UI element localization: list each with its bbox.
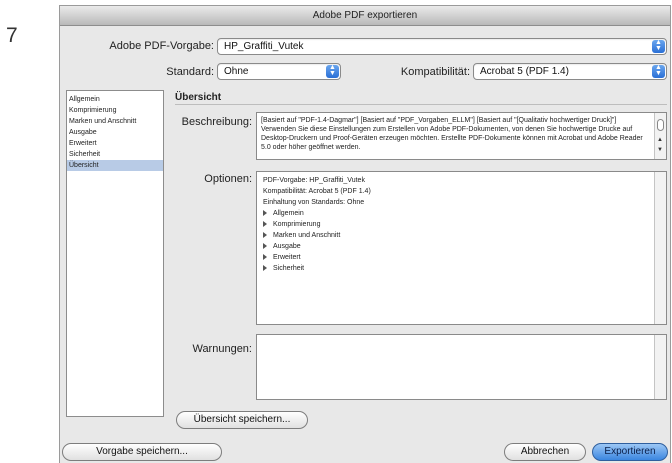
category-list: Allgemein Komprimierung Marken und Ansch… xyxy=(66,90,164,417)
option-group-label: Sicherheit xyxy=(273,265,305,272)
warnings-scrollbar[interactable] xyxy=(654,335,666,399)
option-group[interactable]: Ausgabe xyxy=(257,241,666,252)
sidebar-item-allgemein[interactable]: Allgemein xyxy=(67,94,163,105)
option-group[interactable]: Allgemein xyxy=(257,208,666,219)
sidebar-item-komprimierung[interactable]: Komprimierung xyxy=(67,105,163,116)
disclosure-triangle-icon[interactable] xyxy=(263,243,267,250)
export-button[interactable]: Exportieren xyxy=(592,443,668,461)
option-group-label: Ausgabe xyxy=(273,243,301,250)
disclosure-triangle-icon[interactable] xyxy=(263,232,267,239)
option-group-label: Marken und Anschnitt xyxy=(273,232,341,239)
option-group[interactable]: Sicherheit xyxy=(257,263,666,274)
disclosure-triangle-icon[interactable] xyxy=(263,265,267,272)
step-number: 7 xyxy=(6,24,18,47)
scroll-thumb[interactable] xyxy=(657,119,664,131)
sidebar-item-uebersicht[interactable]: Übersicht xyxy=(67,160,163,171)
compat-select[interactable]: Acrobat 5 (PDF 1.4) ▲ ▼ xyxy=(473,63,667,80)
description-scrollbar[interactable]: ▲ ▼ xyxy=(654,113,666,159)
cancel-button[interactable]: Abbrechen xyxy=(504,443,586,461)
compat-label: Kompatibilität: xyxy=(400,66,470,78)
preset-label: Adobe PDF-Vorgabe: xyxy=(109,40,214,52)
options-scrollbar[interactable] xyxy=(654,172,666,324)
option-group[interactable]: Komprimierung xyxy=(257,219,666,230)
scroll-up-icon[interactable]: ▲ xyxy=(657,137,663,143)
options-label: Optionen: xyxy=(204,173,252,185)
scroll-down-icon[interactable]: ▼ xyxy=(657,147,663,153)
export-dialog: Adobe PDF exportieren Adobe PDF-Vorgabe:… xyxy=(59,5,671,463)
option-line: PDF-Vorgabe: HP_Graffiti_Vutek xyxy=(263,177,365,184)
section-divider xyxy=(175,104,667,105)
window-title: Adobe PDF exportieren xyxy=(60,6,670,26)
sidebar-item-erweitert[interactable]: Erweitert xyxy=(67,138,163,149)
description-box[interactable]: [Basiert auf "PDF-1.4-Dagmar"] [Basiert … xyxy=(256,112,667,160)
option-group-label: Allgemein xyxy=(273,210,304,217)
standard-select[interactable]: Ohne ▲ ▼ xyxy=(217,63,341,80)
chevron-updown-icon: ▲ ▼ xyxy=(652,64,665,78)
standard-value: Ohne xyxy=(224,66,249,77)
preset-select[interactable]: HP_Graffiti_Vutek ▲ ▼ xyxy=(217,38,667,55)
option-group-label: Komprimierung xyxy=(273,221,321,228)
chevron-updown-icon: ▲ ▼ xyxy=(326,64,339,78)
description-text: [Basiert auf "PDF-1.4-Dagmar"] [Basiert … xyxy=(261,117,643,151)
sidebar-item-ausgabe[interactable]: Ausgabe xyxy=(67,127,163,138)
chevron-updown-icon: ▲ ▼ xyxy=(652,39,665,53)
section-title: Übersicht xyxy=(175,92,222,103)
option-group[interactable]: Erweitert xyxy=(257,252,666,263)
description-label: Beschreibung: xyxy=(181,116,252,128)
options-box[interactable]: PDF-Vorgabe: HP_Graffiti_Vutek Kompatibi… xyxy=(256,171,667,325)
disclosure-triangle-icon[interactable] xyxy=(263,254,267,261)
save-summary-button[interactable]: Übersicht speichern... xyxy=(176,411,308,429)
option-line: Einhaltung von Standards: Ohne xyxy=(263,199,365,206)
compat-value: Acrobat 5 (PDF 1.4) xyxy=(480,66,569,77)
disclosure-triangle-icon[interactable] xyxy=(263,221,267,228)
option-line: Kompatibilität: Acrobat 5 (PDF 1.4) xyxy=(263,188,371,195)
disclosure-triangle-icon[interactable] xyxy=(263,210,267,217)
warnings-box[interactable] xyxy=(256,334,667,400)
save-preset-button[interactable]: Vorgabe speichern... xyxy=(62,443,222,461)
preset-value: HP_Graffiti_Vutek xyxy=(224,41,304,52)
sidebar-item-sicherheit[interactable]: Sicherheit xyxy=(67,149,163,160)
standard-label: Standard: xyxy=(166,66,214,78)
sidebar-item-marken[interactable]: Marken und Anschnitt xyxy=(67,116,163,127)
warnings-label: Warnungen: xyxy=(192,343,252,355)
option-group[interactable]: Marken und Anschnitt xyxy=(257,230,666,241)
option-group-label: Erweitert xyxy=(273,254,301,261)
